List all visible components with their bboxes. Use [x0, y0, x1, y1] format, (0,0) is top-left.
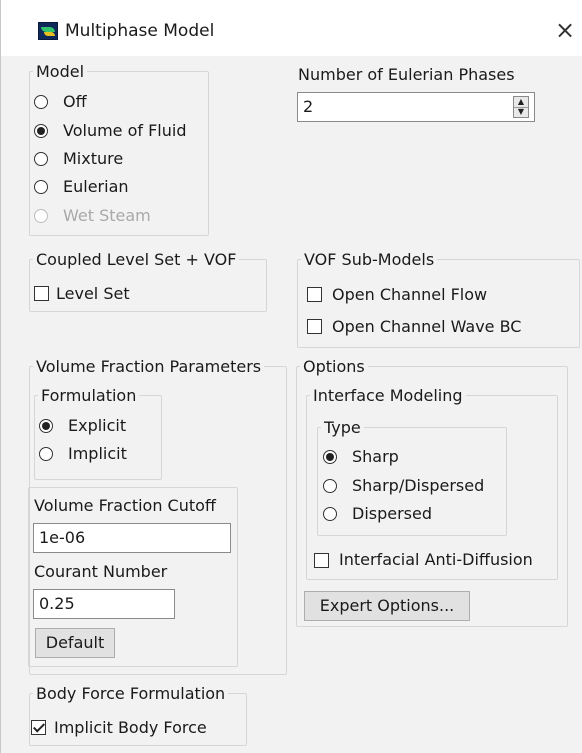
interfacial-anti-diffusion-label[interactable]: Interfacial Anti-Diffusion — [339, 550, 533, 569]
open-channel-wave-bc-checkbox[interactable] — [307, 319, 322, 334]
eulerian-phases-label: Number of Eulerian Phases — [298, 65, 515, 84]
level-set-checkbox[interactable] — [34, 286, 49, 301]
volume-fraction-cutoff-input[interactable]: 1e-06 — [33, 523, 231, 553]
type-dispersed-radio[interactable] — [323, 507, 337, 521]
formulation-implicit-radio[interactable] — [39, 447, 53, 461]
body-force-formulation-legend: Body Force Formulation — [36, 684, 226, 703]
model-off-radio[interactable] — [34, 95, 48, 109]
open-channel-wave-bc-label[interactable]: Open Channel Wave BC — [332, 317, 521, 336]
expert-options-button[interactable]: Expert Options... — [304, 591, 470, 621]
model-off-label[interactable]: Off — [63, 92, 87, 111]
close-icon[interactable]: × — [550, 14, 580, 46]
courant-number-label: Courant Number — [34, 562, 168, 581]
volume-fraction-parameters-legend: Volume Fraction Parameters — [36, 357, 262, 376]
type-sharp-label[interactable]: Sharp — [352, 447, 399, 466]
open-channel-flow-label[interactable]: Open Channel Flow — [332, 285, 487, 304]
window-title: Multiphase Model — [65, 21, 215, 41]
coupled-level-set-legend: Coupled Level Set + VOF — [36, 250, 237, 269]
type-sharp-dispersed-label[interactable]: Sharp/Dispersed — [352, 476, 484, 495]
type-sharp-dispersed-radio[interactable] — [323, 479, 337, 493]
implicit-body-force-label[interactable]: Implicit Body Force — [54, 718, 207, 737]
model-mixture-label[interactable]: Mixture — [63, 149, 123, 168]
implicit-body-force-checkbox[interactable] — [31, 720, 46, 735]
spin-down-icon[interactable]: ▼ — [514, 107, 528, 117]
eulerian-phases-input[interactable]: 2 — [297, 92, 535, 122]
volume-fraction-cutoff-label: Volume Fraction Cutoff — [34, 496, 216, 515]
model-vof-radio[interactable] — [34, 124, 48, 138]
model-eulerian-label[interactable]: Eulerian — [63, 177, 129, 196]
model-mixture-radio[interactable] — [34, 152, 48, 166]
model-legend: Model — [36, 62, 85, 81]
formulation-explicit-radio[interactable] — [39, 419, 53, 433]
formulation-implicit-label[interactable]: Implicit — [68, 444, 127, 463]
fluent-app-icon — [38, 22, 58, 40]
type-legend: Type — [324, 418, 361, 437]
courant-number-input[interactable]: 0.25 — [33, 589, 175, 619]
multiphase-model-dialog: Multiphase Model × Model Off Volume of F… — [0, 0, 582, 753]
vof-submodels-legend: VOF Sub-Models — [304, 250, 435, 269]
model-eulerian-radio[interactable] — [34, 180, 48, 194]
model-wet-steam-radio — [34, 209, 48, 223]
eulerian-phases-spinner[interactable]: ▲ ▼ — [513, 96, 529, 118]
type-dispersed-label[interactable]: Dispersed — [352, 504, 432, 523]
title-bar: Multiphase Model × — [1, 0, 582, 56]
default-button[interactable]: Default — [35, 628, 115, 658]
open-channel-flow-checkbox[interactable] — [307, 287, 322, 302]
formulation-explicit-label[interactable]: Explicit — [68, 416, 126, 435]
type-sharp-radio[interactable] — [323, 450, 337, 464]
options-legend: Options — [303, 357, 365, 376]
model-wet-steam-label: Wet Steam — [63, 206, 151, 225]
model-vof-label[interactable]: Volume of Fluid — [63, 121, 187, 140]
interfacial-anti-diffusion-checkbox[interactable] — [314, 553, 329, 568]
formulation-legend: Formulation — [41, 386, 137, 405]
level-set-label[interactable]: Level Set — [56, 284, 130, 303]
interface-modeling-legend: Interface Modeling — [313, 386, 463, 405]
